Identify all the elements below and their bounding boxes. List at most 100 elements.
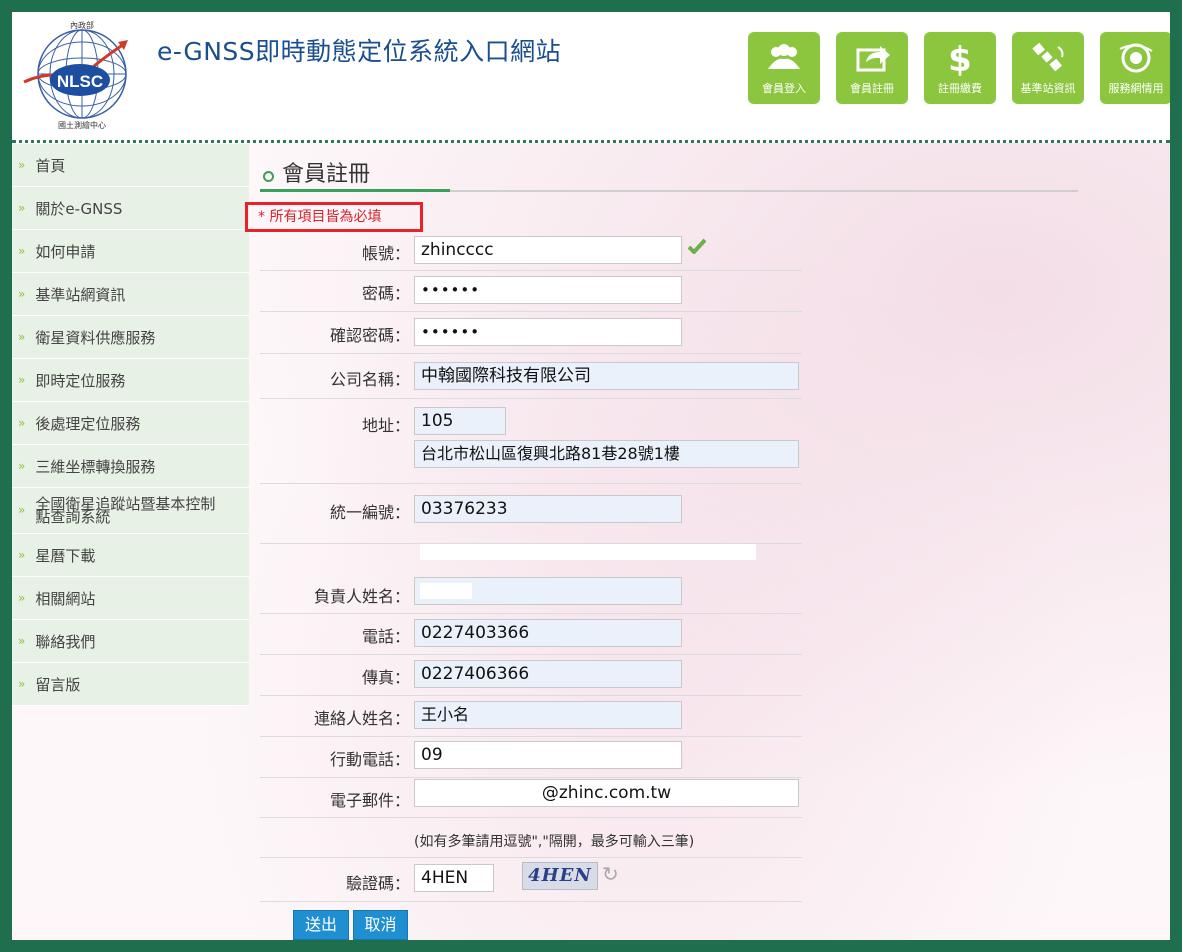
phone-row: 電話： 0227403366: [260, 613, 802, 655]
mobile-row: 行動電話： 09: [260, 736, 802, 778]
sidebar-item-label: 相關網站: [35, 589, 96, 608]
cancel-button[interactable]: 取消: [353, 910, 408, 940]
chevron-right-icon: »: [18, 373, 26, 387]
nlsc-logo[interactable]: NLSC 內政部 國土測繪中心: [20, 16, 144, 134]
svg-text:$: $: [948, 40, 972, 76]
address-input[interactable]: 台北市松山區復興北路81巷28號1樓: [414, 440, 799, 468]
password-input[interactable]: ••••••: [414, 276, 682, 304]
site-title: e-GNSS即時動態定位系統入口網站: [157, 37, 562, 66]
email-note: (如有多筆請用逗號","隔開，最多可輸入三筆): [414, 834, 695, 850]
sidebar-item-label: 後處理定位服務: [35, 414, 141, 433]
sidebar-item-control-point-query[interactable]: » 全國衛星追蹤站暨基本控制點查詢系統: [12, 488, 249, 534]
tax-id-input[interactable]: 03376233: [414, 495, 682, 523]
sidebar-item-ephemeris-download[interactable]: » 星曆下載: [12, 534, 249, 577]
sidebar-item-label: 如何申請: [35, 242, 96, 261]
owner-label: 負責人姓名：: [313, 587, 410, 606]
sidebar-item-about[interactable]: » 關於e-GNSS: [12, 187, 249, 230]
phone-input[interactable]: 0227403366: [414, 619, 682, 647]
page-title: 會員註冊: [282, 162, 371, 187]
sidebar-item-related-sites[interactable]: » 相關網站: [12, 577, 249, 620]
fax-row: 傳真： 0227406366: [260, 654, 802, 696]
satellite-icon: [1028, 40, 1068, 76]
submit-button[interactable]: 送出: [293, 910, 349, 940]
member-register-button[interactable]: 會員註冊: [836, 32, 908, 104]
sidebar-item-contact-us[interactable]: » 聯絡我們: [12, 620, 249, 663]
bullet-circle-icon: [263, 171, 274, 182]
header-nav: 會員登入 會員註冊 $ 註冊繳費 基準站資訊 服務網情用: [748, 32, 1170, 104]
share-icon: [852, 40, 892, 76]
refresh-icon[interactable]: ↻: [602, 862, 619, 886]
base-station-info-label: 基準站資訊: [1020, 82, 1076, 95]
sidebar-item-label: 基準站網資訊: [35, 285, 126, 304]
address-row: 地址： 105 台北市松山區復興北路81巷28號1樓: [260, 398, 802, 484]
captcha-row: 驗證碼： 4HEN 4HEN ↻: [260, 857, 802, 902]
sidebar-item-base-station-network[interactable]: » 基準站網資訊: [12, 273, 249, 316]
password-label: 密碼：: [361, 284, 410, 303]
chevron-right-icon: »: [18, 591, 26, 605]
base-station-info-button[interactable]: 基準站資訊: [1012, 32, 1084, 104]
sidebar-item-label: 留言版: [35, 675, 81, 694]
member-login-label: 會員登入: [762, 82, 806, 95]
confirm-password-label: 確認密碼：: [329, 326, 410, 345]
fax-input[interactable]: 0227406366: [414, 660, 682, 688]
chevron-right-icon: »: [18, 634, 26, 648]
sidebar-item-label: 星曆下載: [35, 546, 96, 565]
hidden-row-placeholder: [420, 544, 756, 560]
sidebar-item-label: 即時定位服務: [35, 371, 126, 390]
registration-fee-label: 註冊繳費: [938, 82, 982, 95]
sidebar-item-post-processing[interactable]: » 後處理定位服務: [12, 402, 249, 445]
captcha-label: 驗證碼：: [345, 874, 410, 893]
owner-row: 負責人姓名：: [260, 571, 802, 614]
member-login-button[interactable]: 會員登入: [748, 32, 820, 104]
registration-fee-button[interactable]: $ 註冊繳費: [924, 32, 996, 104]
tax-id-label: 統一編號：: [329, 503, 410, 522]
page: NLSC 內政部 國土測繪中心 e-GNSS即時動態定位系統入口網站 會員登入: [12, 12, 1170, 940]
logo-bottom-text: 國土測繪中心: [58, 120, 106, 130]
member-register-label: 會員註冊: [850, 82, 894, 95]
service-network-label: 服務網情用: [1108, 82, 1164, 95]
checkmark-icon: [687, 238, 707, 258]
contact-label: 連絡人姓名：: [313, 709, 410, 728]
chevron-right-icon: »: [18, 548, 26, 562]
mobile-input[interactable]: 09: [414, 741, 682, 769]
company-label: 公司名稱：: [329, 370, 410, 389]
password-row: 密碼： ••••••: [260, 270, 802, 312]
chevron-right-icon: »: [18, 158, 26, 172]
captcha-input[interactable]: 4HEN: [414, 864, 494, 892]
fax-label: 傳真：: [361, 668, 410, 687]
redacted-block: [420, 583, 472, 599]
logo-top-text: 內政部: [70, 20, 94, 30]
sidebar-item-guestbook[interactable]: » 留言版: [12, 663, 249, 706]
company-name-input[interactable]: 中翰國際科技有限公司: [414, 362, 799, 390]
email-input[interactable]: @zhinc.com.tw: [414, 779, 799, 807]
zip-code-input[interactable]: 105: [414, 407, 506, 435]
sidebar-item-label: 聯絡我們: [35, 632, 96, 651]
email-row: 電子郵件： @zhinc.com.tw: [260, 777, 802, 818]
sidebar-item-label: 衛星資料供應服務: [35, 328, 156, 347]
chevron-right-icon: »: [18, 459, 26, 473]
chevron-right-icon: »: [18, 677, 26, 691]
chevron-right-icon: »: [18, 287, 26, 301]
contact-name-input[interactable]: 王小名: [414, 701, 682, 729]
sidebar-item-home[interactable]: » 首頁: [12, 144, 249, 187]
heading-underline: [260, 189, 450, 192]
account-row: 帳號： zhincccc: [260, 234, 802, 271]
network-icon: [1116, 40, 1156, 76]
sidebar-item-coordinate-transform[interactable]: » 三維坐標轉換服務: [12, 445, 249, 488]
account-label: 帳號：: [361, 244, 410, 263]
address-label: 地址：: [361, 416, 410, 435]
sidebar: » 首頁 » 關於e-GNSS » 如何申請 » 基準站網資訊 » 衛星資料供應服務 » 即…: [12, 144, 249, 706]
confirm-password-row: 確認密碼： ••••••: [260, 311, 802, 354]
sidebar-item-label: 首頁: [35, 156, 66, 175]
sidebar-item-satellite-data[interactable]: » 衛星資料供應服務: [12, 316, 249, 359]
confirm-password-input[interactable]: ••••••: [414, 318, 682, 346]
service-network-button[interactable]: 服務網情用: [1100, 32, 1170, 104]
chevron-right-icon: »: [18, 201, 26, 215]
email-note-row: (如有多筆請用逗號","隔開，最多可輸入三筆): [260, 817, 802, 857]
sidebar-item-realtime-positioning[interactable]: » 即時定位服務: [12, 359, 249, 402]
tax-id-row: 統一編號： 03376233: [260, 483, 802, 544]
logo-text: NLSC: [57, 72, 103, 91]
captcha-image: 4HEN: [522, 862, 598, 890]
account-input[interactable]: zhincccc: [414, 236, 682, 264]
sidebar-item-how-to-apply[interactable]: » 如何申請: [12, 230, 249, 273]
